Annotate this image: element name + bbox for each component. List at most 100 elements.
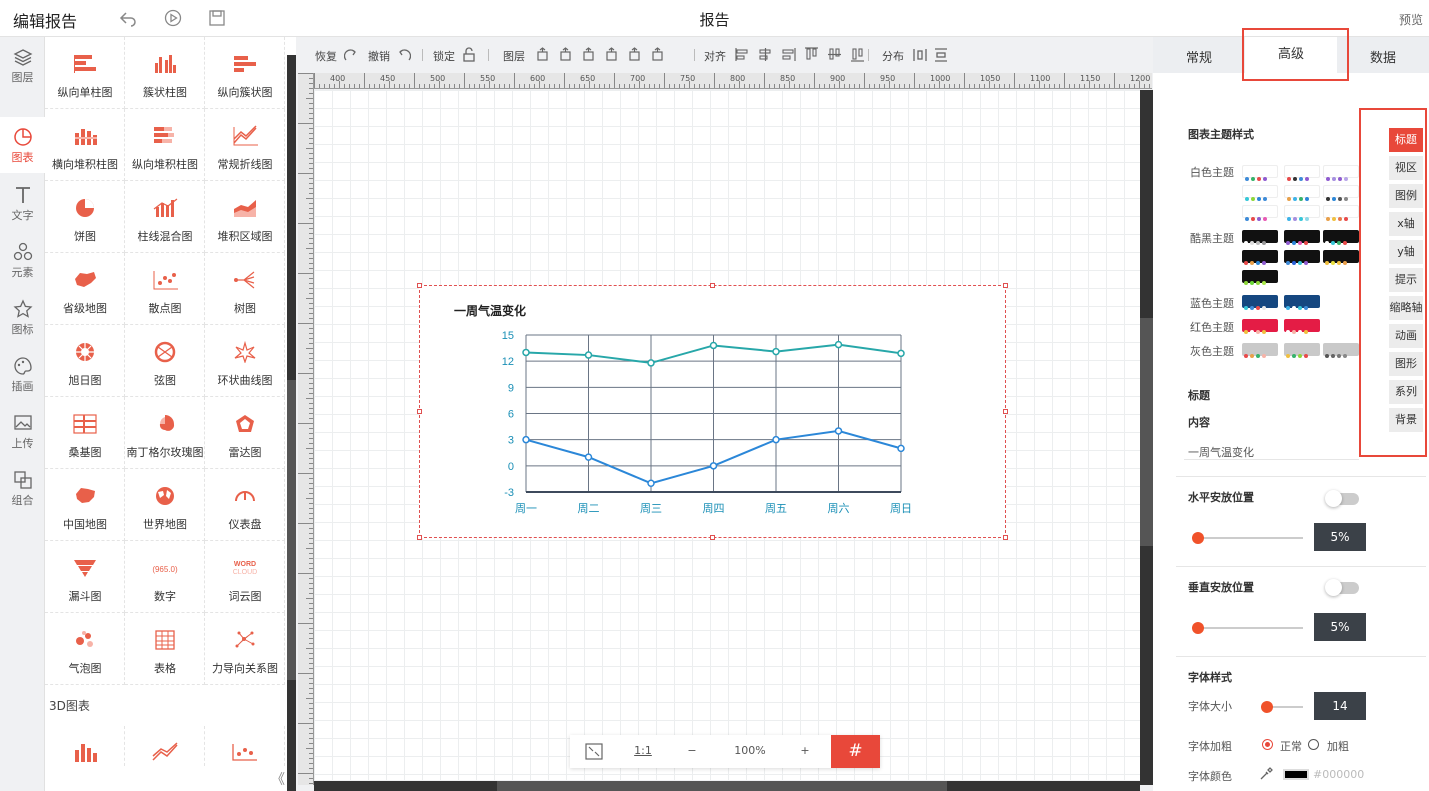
play-icon[interactable] <box>164 9 182 27</box>
canvas-scrollbar-vertical-thumb[interactable] <box>1140 318 1153 546</box>
palette-item-vbar[interactable]: 纵向单柱图 <box>45 37 125 109</box>
side-tab-animation[interactable]: 动画 <box>1389 324 1423 348</box>
eyedropper-icon[interactable] <box>1259 767 1273 781</box>
theme-swatch[interactable] <box>1323 205 1359 221</box>
font-color-value[interactable]: #000000 <box>1313 768 1364 781</box>
theme-swatch[interactable] <box>1323 230 1359 245</box>
send-backward-icon[interactable] <box>581 47 596 62</box>
side-tab-graphic[interactable]: 图形 <box>1389 352 1423 376</box>
theme-swatch[interactable] <box>1323 343 1359 358</box>
palette-item-map-prov[interactable]: 省级地图 <box>45 253 125 325</box>
palette-item-3d-line[interactable] <box>125 726 205 766</box>
redo-button[interactable]: 恢复 <box>315 48 337 64</box>
side-tab-tooltip[interactable]: 提示 <box>1389 268 1423 292</box>
font-weight-bold-radio[interactable] <box>1308 739 1319 750</box>
palette-item-line[interactable]: 常规折线图 <box>205 109 285 181</box>
nav-icons[interactable]: 图标 <box>0 289 45 345</box>
palette-item-number[interactable]: (965.0) 数字 <box>125 541 205 613</box>
theme-swatch[interactable] <box>1242 165 1278 181</box>
nav-illustrations[interactable]: 插画 <box>0 346 45 402</box>
side-tab-series[interactable]: 系列 <box>1389 380 1423 404</box>
theme-swatch[interactable] <box>1323 185 1359 201</box>
align-left-icon[interactable] <box>735 47 750 62</box>
theme-swatch[interactable] <box>1242 343 1278 358</box>
theme-swatch[interactable] <box>1284 319 1320 334</box>
align-center-h-icon[interactable] <box>758 47 773 62</box>
distribute-vertical-icon[interactable] <box>934 48 948 62</box>
side-tab-viewport[interactable]: 视区 <box>1389 156 1423 180</box>
palette-item-pie[interactable]: 饼图 <box>45 181 125 253</box>
h-pos-toggle[interactable] <box>1325 490 1359 507</box>
collapse-palette-icon[interactable]: 《 <box>271 769 285 789</box>
palette-item-radar[interactable]: 雷达图 <box>205 397 285 469</box>
chart-component[interactable]: 一周气温变化 15 12 9 6 3 0 -3 周一 周二 周三 周四 周五 周六 周日 <box>419 285 1006 538</box>
bring-to-front-icon[interactable] <box>558 47 573 62</box>
theme-swatch[interactable] <box>1242 295 1278 310</box>
align-right-icon[interactable] <box>781 47 796 62</box>
h-pos-value[interactable]: 5% <box>1314 523 1366 551</box>
nav-elements[interactable]: 元素 <box>0 232 45 288</box>
h-pos-slider-knob[interactable] <box>1192 532 1204 544</box>
font-size-slider-knob[interactable] <box>1261 701 1273 713</box>
palette-item-bubble[interactable]: 气泡图 <box>45 613 125 685</box>
theme-swatch[interactable] <box>1284 165 1320 181</box>
align-middle-v-icon[interactable] <box>827 47 842 62</box>
nav-charts[interactable]: 图表 <box>0 117 45 173</box>
palette-item-mix[interactable]: 柱线混合图 <box>125 181 205 253</box>
h-pos-slider-track[interactable] <box>1198 537 1303 539</box>
undo-button[interactable]: 撤销 <box>368 48 390 64</box>
theme-swatch[interactable] <box>1284 343 1320 358</box>
side-tab-background[interactable]: 背景 <box>1389 408 1423 432</box>
resize-handle[interactable] <box>417 283 422 288</box>
palette-item-wordcloud[interactable]: WORD CLOUD 词云图 <box>205 541 285 613</box>
resize-handle[interactable] <box>1003 535 1008 540</box>
side-tab-x-axis[interactable]: x轴 <box>1389 212 1423 236</box>
palette-item-stackh[interactable]: 横向堆积柱图 <box>45 109 125 181</box>
theme-swatch[interactable] <box>1323 165 1359 181</box>
theme-swatch[interactable] <box>1242 230 1278 245</box>
v-pos-slider-knob[interactable] <box>1192 622 1204 634</box>
theme-swatch[interactable] <box>1284 250 1320 265</box>
palette-item-stackv[interactable]: 纵向堆积柱图 <box>125 109 205 181</box>
align-top-icon[interactable] <box>804 47 819 62</box>
theme-swatch[interactable] <box>1242 270 1278 285</box>
resize-handle[interactable] <box>417 409 422 414</box>
zoom-one-to-one-button[interactable]: 1:1 <box>633 744 653 757</box>
theme-swatch[interactable] <box>1284 205 1320 221</box>
copy-icon[interactable] <box>650 47 665 62</box>
lock-icon[interactable] <box>462 47 476 62</box>
theme-swatch[interactable] <box>1284 230 1320 245</box>
nav-layers[interactable]: 图层 <box>0 37 45 93</box>
theme-swatch[interactable] <box>1242 319 1278 334</box>
palette-item-hbar[interactable]: 纵向簇状图 <box>205 37 285 109</box>
v-pos-value[interactable]: 5% <box>1314 613 1366 641</box>
palette-item-chord[interactable]: 弦图 <box>125 325 205 397</box>
palette-item-area[interactable]: 堆积区域图 <box>205 181 285 253</box>
palette-item-ring[interactable]: 环状曲线图 <box>205 325 285 397</box>
resize-handle[interactable] <box>417 535 422 540</box>
distribute-horizontal-icon[interactable] <box>913 48 927 62</box>
delete-icon[interactable] <box>627 47 642 62</box>
font-weight-normal-radio[interactable] <box>1262 739 1273 750</box>
send-to-back-icon[interactable] <box>604 47 619 62</box>
resize-handle[interactable] <box>710 535 715 540</box>
palette-item-table[interactable]: 表格 <box>125 613 205 685</box>
theme-swatch[interactable] <box>1242 250 1278 265</box>
grid-toggle-button[interactable]: # <box>831 735 880 768</box>
zoom-in-button[interactable]: + <box>798 744 812 757</box>
palette-item-sankey[interactable]: 桑基图 <box>45 397 125 469</box>
content-input[interactable]: 一周气温变化 <box>1188 444 1254 460</box>
v-pos-toggle[interactable] <box>1325 579 1359 596</box>
redo-icon[interactable] <box>344 48 358 62</box>
preview-button[interactable]: 预览 <box>1399 11 1423 28</box>
palette-scrollbar-thumb[interactable] <box>287 380 296 680</box>
nav-group[interactable]: 组合 <box>0 460 45 516</box>
nav-upload[interactable]: 上传 <box>0 403 45 459</box>
resize-handle[interactable] <box>710 283 715 288</box>
bring-forward-icon[interactable] <box>535 47 550 62</box>
canvas-scrollbar-horizontal-thumb[interactable] <box>497 781 947 791</box>
palette-item-3d-scatter[interactable] <box>205 726 285 766</box>
palette-item-cluster[interactable]: 簇状柱图 <box>125 37 205 109</box>
theme-swatch[interactable] <box>1242 185 1278 201</box>
theme-swatch[interactable] <box>1242 205 1278 221</box>
